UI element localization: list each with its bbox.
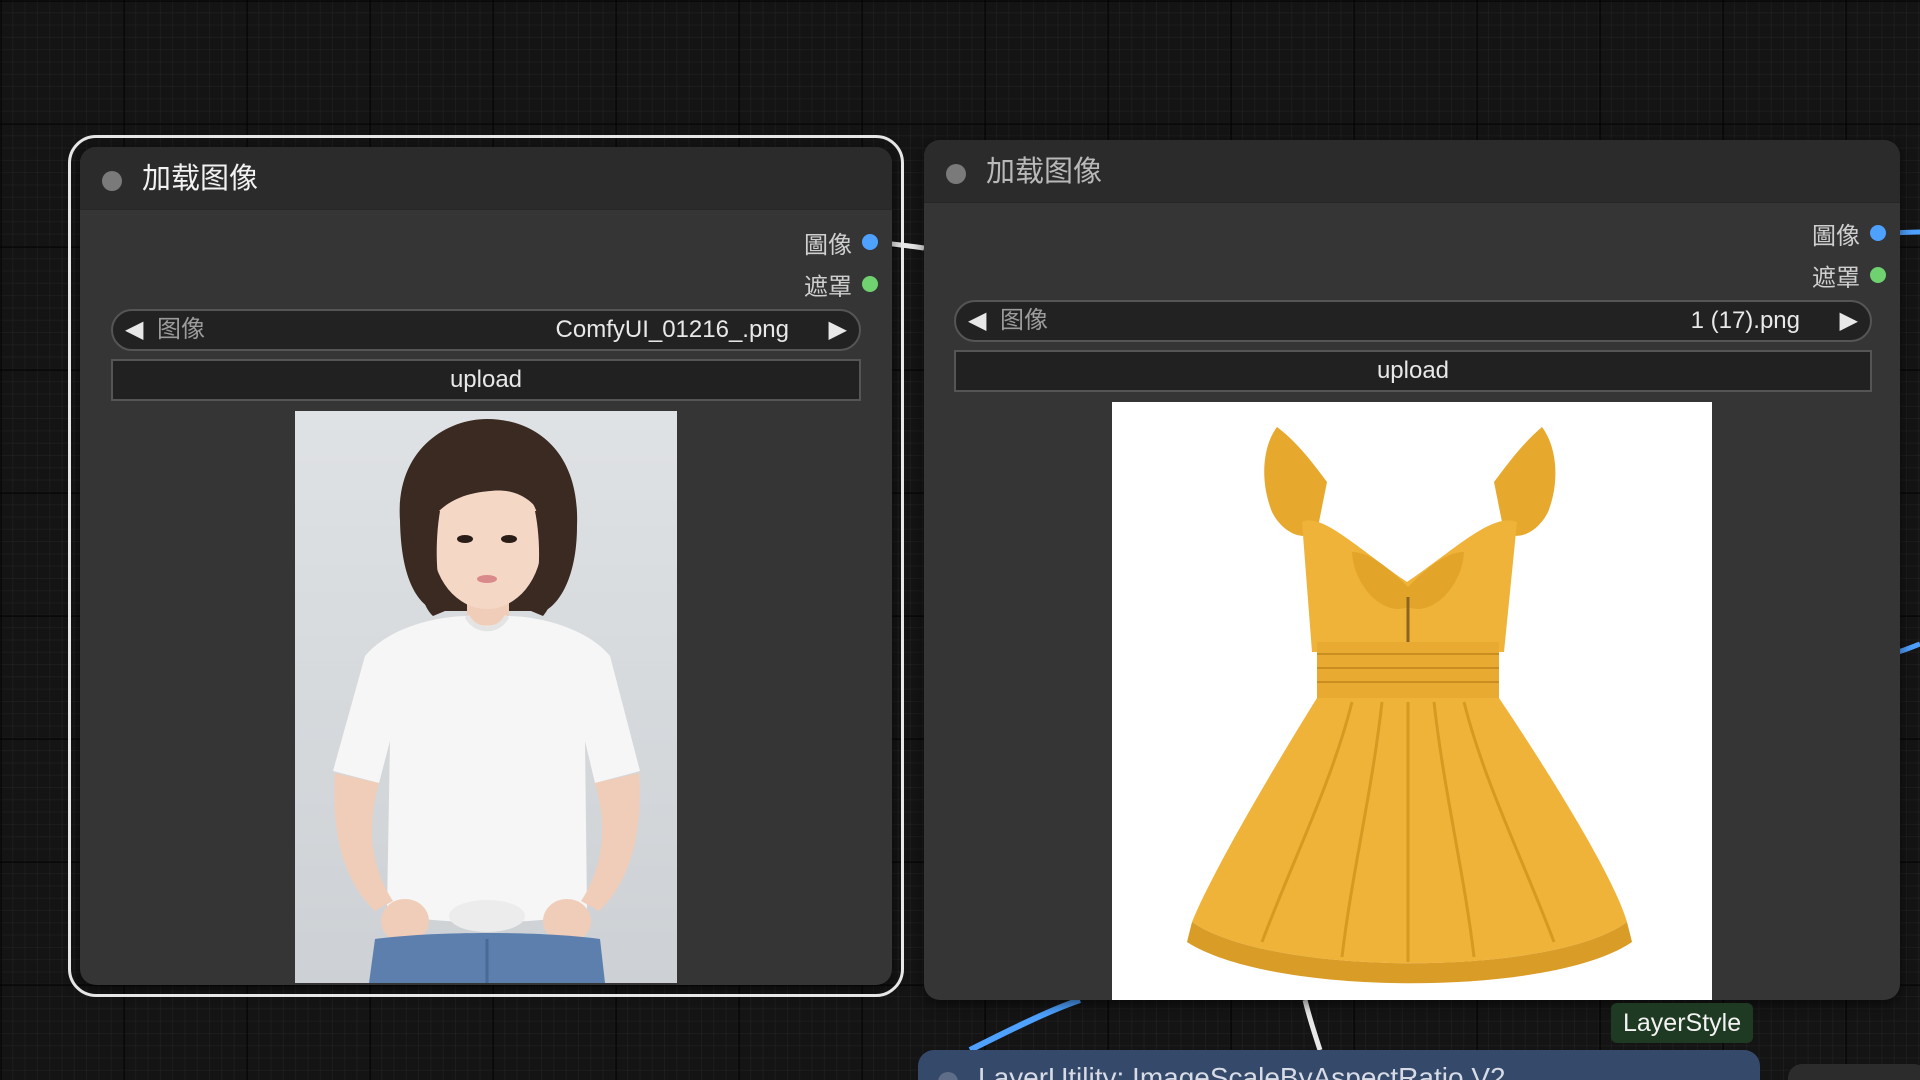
output-image-slot[interactable] <box>862 234 878 250</box>
output-image-row: 圖像 <box>1812 218 1900 250</box>
output-image-label: 圖像 <box>1812 222 1860 250</box>
output-mask-label: 遮罩 <box>804 273 852 301</box>
woman-photo-illustration <box>295 411 677 983</box>
node-collapse-dot[interactable] <box>946 164 966 184</box>
output-image-label: 圖像 <box>804 231 852 259</box>
link-right-edge <box>1897 641 1920 655</box>
combo-value: ComfyUI_01216_.png <box>555 316 789 343</box>
node-title: LayerUtility: ImageScaleByAspectRatio V2 <box>978 1062 1506 1080</box>
node-header[interactable]: 加载图像 <box>924 140 1900 203</box>
node-collapse-dot[interactable] <box>102 171 122 191</box>
next-arrow-icon[interactable]: ▶ <box>829 311 847 349</box>
next-arrow-icon[interactable]: ▶ <box>1840 302 1858 340</box>
output-mask-label: 遮罩 <box>1812 264 1860 292</box>
node-graph-canvas[interactable]: 加载图像 圖像 遮罩 ◀ 图像 ComfyUI_01216_.png ▶ upl… <box>0 0 1920 1080</box>
output-image-slot[interactable] <box>1870 225 1886 241</box>
layerutility-node[interactable]: LayerUtility: ImageScaleByAspectRatio V2 <box>918 1050 1760 1080</box>
combo-value: 1 (17).png <box>1690 307 1800 334</box>
output-mask-row: 遮罩 <box>1812 260 1900 292</box>
combo-label: 图像 <box>157 316 205 343</box>
node-title: 加载图像 <box>142 163 259 195</box>
offscreen-node[interactable] <box>1788 1064 1920 1080</box>
link-bottom-blue <box>968 997 1081 1053</box>
link-bottom-white <box>1302 999 1323 1051</box>
image-preview <box>295 411 677 983</box>
upload-button[interactable]: upload <box>111 359 861 401</box>
layerstyle-badge: LayerStyle <box>1611 1003 1754 1043</box>
load-image-node-1[interactable]: 加载图像 圖像 遮罩 ◀ 图像 ComfyUI_01216_.png ▶ upl… <box>68 135 904 997</box>
image-preview <box>1112 402 1712 1000</box>
output-mask-row: 遮罩 <box>804 269 892 301</box>
load-image-node-2[interactable]: 加载图像 圖像 遮罩 ◀ 图像 1 (17).png ▶ upload <box>924 140 1900 1000</box>
upload-button[interactable]: upload <box>954 350 1872 392</box>
node-title: 加载图像 <box>986 156 1103 188</box>
dress-photo-illustration <box>1112 402 1712 1000</box>
prev-arrow-icon[interactable]: ◀ <box>125 311 143 349</box>
prev-arrow-icon[interactable]: ◀ <box>968 302 986 340</box>
combo-label: 图像 <box>1000 307 1048 334</box>
image-combo-widget[interactable]: ◀ 图像 ComfyUI_01216_.png ▶ <box>111 309 861 351</box>
output-mask-slot[interactable] <box>862 276 878 292</box>
output-mask-slot[interactable] <box>1870 267 1886 283</box>
image-combo-widget[interactable]: ◀ 图像 1 (17).png ▶ <box>954 300 1872 342</box>
node-collapse-dot[interactable] <box>938 1072 958 1080</box>
node-header[interactable]: 加载图像 <box>80 147 892 210</box>
output-image-row: 圖像 <box>804 227 892 259</box>
